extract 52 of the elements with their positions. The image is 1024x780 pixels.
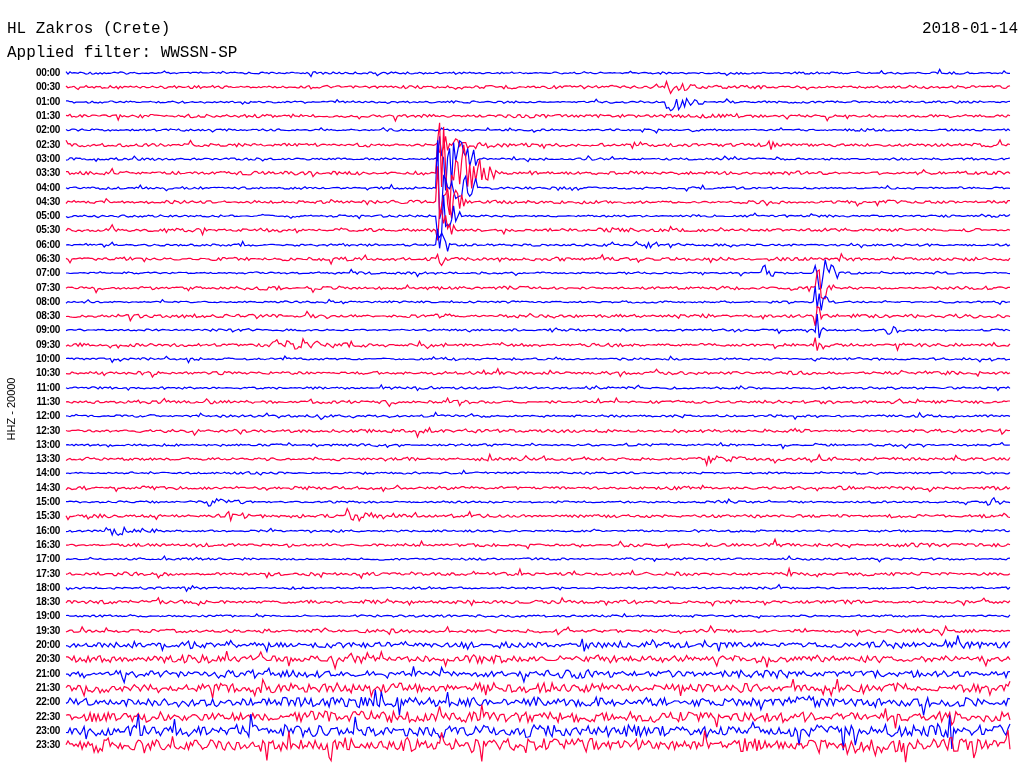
time-label: 06:30 — [34, 253, 61, 265]
time-label: 16:00 — [34, 524, 61, 537]
time-label: 15:30 — [34, 510, 61, 523]
time-label: 12:00 — [34, 410, 61, 423]
time-label: 15:00 — [34, 496, 61, 509]
time-label: 02:30 — [34, 138, 61, 151]
date-label: 2018-01-14 — [922, 20, 1018, 38]
time-label: 09:30 — [34, 338, 61, 351]
time-label: 13:30 — [34, 453, 61, 466]
time-label: 18:00 — [34, 581, 61, 594]
filter-label: Applied filter: WWSSN-SP — [7, 44, 238, 62]
time-label: 20:00 — [34, 639, 61, 651]
time-label: 07:00 — [34, 267, 61, 280]
channel-label: HHZ - 20000 — [5, 377, 17, 441]
time-label: 09:00 — [34, 324, 61, 337]
time-label: 10:30 — [34, 367, 61, 380]
time-label: 04:00 — [34, 181, 61, 194]
time-label: 00:00 — [34, 67, 61, 80]
time-label: 05:30 — [34, 224, 61, 237]
time-label: 06:00 — [34, 238, 61, 251]
time-label: 20:30 — [34, 653, 61, 666]
time-label: 14:00 — [34, 467, 61, 480]
time-label: 23:30 — [34, 739, 61, 752]
time-label: 11:00 — [35, 381, 61, 394]
time-label: 23:00 — [34, 724, 61, 737]
time-label: 17:00 — [34, 553, 61, 566]
time-label: 03:30 — [34, 167, 61, 180]
time-label: 11:30 — [35, 395, 61, 408]
time-label: 10:00 — [34, 353, 61, 366]
time-label: 00:30 — [34, 81, 61, 94]
time-label: 16:30 — [34, 538, 61, 551]
station-title: HL Zakros (Crete) — [7, 20, 171, 38]
time-label: 05:00 — [34, 210, 61, 223]
time-label: 22:30 — [34, 710, 61, 723]
time-label: 17:30 — [34, 567, 61, 580]
time-label: 19:00 — [34, 610, 61, 623]
time-label: 03:00 — [34, 152, 61, 165]
time-label: 04:30 — [34, 195, 61, 208]
time-label: 18:30 — [34, 596, 61, 609]
time-label: 08:30 — [34, 310, 61, 323]
time-label: 13:00 — [34, 438, 61, 451]
time-label: 19:30 — [34, 624, 61, 637]
time-label: 21:30 — [34, 681, 61, 694]
time-label: 01:30 — [34, 110, 61, 123]
time-label: 14:30 — [34, 481, 61, 494]
time-label: 02:00 — [34, 124, 61, 137]
time-label: 01:00 — [34, 95, 61, 108]
time-label: 12:30 — [34, 424, 61, 437]
time-label: 21:00 — [34, 667, 61, 680]
time-label: 22:00 — [34, 696, 61, 709]
time-label: 07:30 — [34, 281, 61, 294]
time-label: 08:00 — [34, 295, 61, 308]
